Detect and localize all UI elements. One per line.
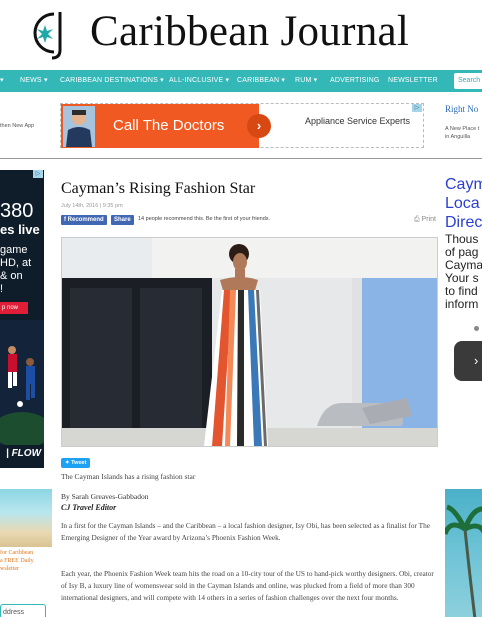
ad-subtext[interactable]: Appliance Service Experts [305,116,410,127]
article-paragraph: Each year, the Phoenix Fashion Week team… [61,569,434,602]
main-nav: ▾ NEWS ▾ CARIBBEAN DESTINATIONS ▾ ALL-IN… [0,70,482,92]
nav-item-advertising[interactable]: ADVERTISING [330,70,380,92]
image-caption: The Cayman Islands has a rising fashion … [61,472,196,481]
right-now-desc[interactable]: A New Place t in Anguilla [445,125,479,141]
newsletter-beach-image [0,489,52,547]
article-paragraph: In a first for the Cayman Islands – and … [61,521,430,542]
right-rail-text: Thous of pag Cayma Your s to find inform [445,233,482,311]
ad-body: game HD, at & on ! [0,244,31,296]
ad-body-line: HD, at [0,257,32,269]
site-title[interactable]: Caribbean Journal [90,7,409,56]
right-rail-title-line: Caym [445,176,482,193]
right-rail-next-button[interactable]: › [454,341,482,381]
print-button[interactable]: ⎙ Print [414,216,436,224]
ad-body-line: game [0,244,28,256]
ad-subtitle: es live [0,222,40,237]
tweet-button[interactable]: ✦ Tweet [61,458,91,468]
ad-headline[interactable]: Call The Doctors [113,117,224,134]
search-input[interactable]: Search [454,73,482,89]
nav-item-rum[interactable]: RUM ▾ [295,70,317,92]
nav-item-news[interactable]: NEWS ▾ [20,70,48,92]
article-hero-image [61,237,438,447]
chevron-right-icon[interactable]: › [247,114,271,138]
right-rail-text-line: inform [445,297,479,311]
right-now-desc-line-2: in Anguilla [445,134,471,140]
ad-choices-icon[interactable]: ▷ [33,170,43,178]
right-rail-title-line: Loca [445,195,480,212]
facebook-recommend-button[interactable]: f Recommend [61,215,107,225]
newsletter-line: wsletter [0,566,19,572]
article-byline: By Sarah Greaves-Gabbadon [61,492,149,501]
ad-cta-button[interactable]: p now [0,302,28,314]
ad-channel-count: 380 [0,200,34,222]
ad-body-line: & on [0,270,23,282]
ad-left-text[interactable]: then New App [0,123,34,129]
nav-item-partial[interactable]: ▾ [0,70,4,92]
left-skyscraper-ad[interactable]: 380 es live game HD, at & on ! p now | F… [0,170,44,468]
tweet-label: Tweet [71,460,87,466]
ad-person-image [63,106,95,147]
right-rail-palm-image[interactable] [445,489,482,617]
ad-body-line: ! [0,283,4,295]
facebook-social-text: 14 people recommend this. Be the first o… [138,216,271,222]
ad-banner[interactable]: Call The Doctors › Appliance Service Exp… [60,103,424,148]
right-now-desc-line-1: A New Place t [445,126,480,132]
right-rail-title-line: Direc [445,214,482,231]
printer-icon: ⎙ [414,216,422,223]
cj-logo-icon[interactable] [26,8,70,60]
newsletter-text: for Caribbean a FREE Daily wsletter [0,549,34,573]
newsletter-line: for Caribbean [0,550,34,556]
newsletter-box: for Caribbean a FREE Daily wsletter [0,489,52,617]
divider [0,158,482,159]
ad-choices-icon[interactable]: ▷ [412,104,422,112]
right-now-title[interactable]: Right No [445,104,478,114]
right-rail-title[interactable]: Caym Loca Direc [445,175,482,232]
newsletter-line: a FREE Daily [0,558,34,564]
nav-item-newsletter[interactable]: NEWSLETTER [388,70,438,92]
right-rail-dot [474,326,479,331]
nav-item-caribbean[interactable]: CARIBBEAN ▾ [237,70,285,92]
nav-item-all-inclusive[interactable]: ALL-INCLUSIVE ▾ [169,70,229,92]
nav-item-destinations[interactable]: CARIBBEAN DESTINATIONS ▾ [60,70,164,92]
facebook-recommend-label: Recommend [67,217,104,223]
site-header: Caribbean Journal [0,0,482,66]
newsletter-email-input[interactable]: ddress [0,604,46,617]
article-date: July 14th, 2016 | 9:35 pm [61,203,123,209]
article-title: Cayman’s Rising Fashion Star [61,180,256,197]
print-label: Print [421,216,436,223]
ad-players-image [0,320,44,445]
chevron-right-icon: › [474,353,479,368]
ad-brand: | FLOW [6,448,42,459]
ad-banner-orange[interactable]: Call The Doctors [61,104,259,148]
facebook-share-button[interactable]: Share [111,215,134,225]
article-byline-role: CJ Travel Editor [61,503,117,512]
